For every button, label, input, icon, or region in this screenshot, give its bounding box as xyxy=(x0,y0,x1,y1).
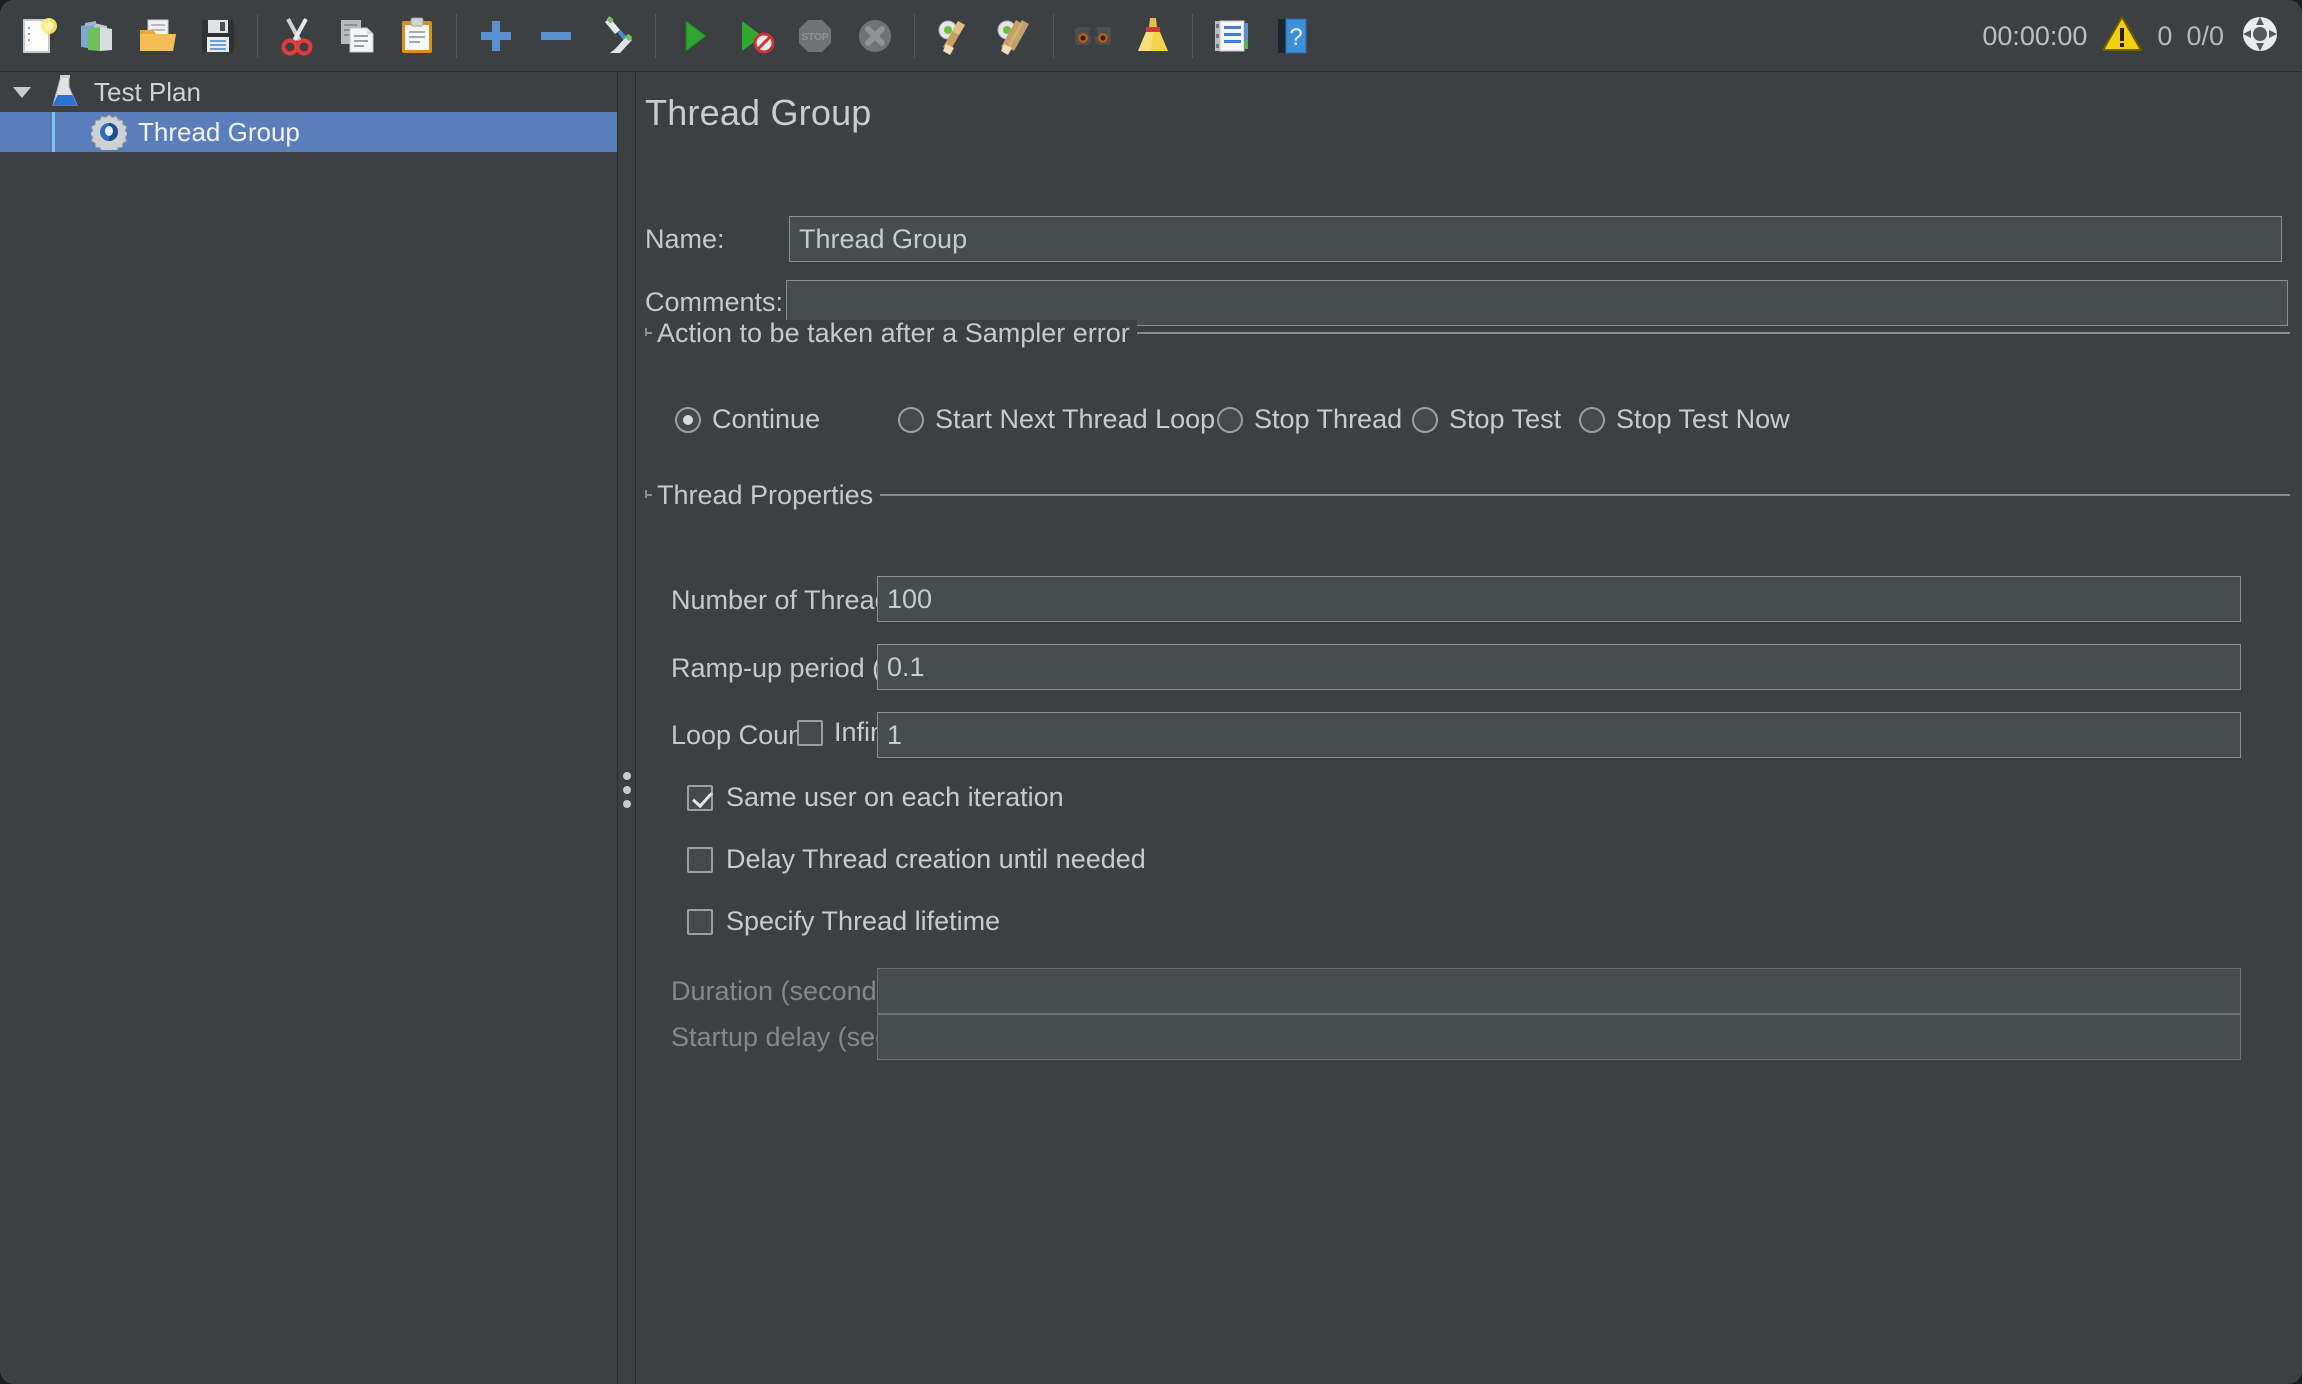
radio-mark-icon xyxy=(1412,406,1438,433)
clear-all-button[interactable] xyxy=(986,8,1042,64)
checkbox-mark-icon xyxy=(687,908,713,935)
name-label: Name: xyxy=(645,224,725,254)
radio-label: Continue xyxy=(712,404,821,434)
svg-text:STOP: STOP xyxy=(801,32,828,43)
splitter-grip[interactable] xyxy=(623,772,631,808)
radio-label: Start Next Thread Loop xyxy=(935,404,1216,434)
svg-text:?: ? xyxy=(1289,24,1302,51)
tree-item-label: Thread Group xyxy=(138,116,300,147)
radio-stop-thread[interactable]: Stop Thread xyxy=(1217,404,1402,435)
page-title: Thread Group xyxy=(645,92,872,133)
same-user-label: Same user on each iteration xyxy=(726,782,1064,812)
tree-item-test-plan[interactable]: Test Plan xyxy=(0,72,617,112)
duration-label: Duration (seconds): xyxy=(671,976,907,1006)
radio-label: Stop Thread xyxy=(1254,404,1403,434)
radio-mark-icon xyxy=(898,406,924,433)
shutdown-button[interactable] xyxy=(847,8,903,64)
group-border-line xyxy=(645,494,2290,496)
save-button[interactable] xyxy=(190,8,246,64)
toolbar-separator xyxy=(257,13,258,58)
elapsed-time: 00:00:00 xyxy=(1982,20,2088,51)
duration-input[interactable] xyxy=(877,968,2241,1014)
tree-item-label: Test Plan xyxy=(94,76,201,107)
radio-stop-test-now[interactable]: Stop Test Now xyxy=(1579,404,1790,435)
new-button[interactable] xyxy=(10,8,66,64)
threads-running: 0/0 xyxy=(2186,20,2224,51)
loop-count-input[interactable]: 1 xyxy=(877,712,2241,758)
function-helper-button[interactable] xyxy=(1204,8,1260,64)
toolbar-separator xyxy=(1192,13,1193,58)
templates-button[interactable] xyxy=(70,8,126,64)
toolbar-separator xyxy=(456,13,457,58)
thread-properties-legend: Thread Properties xyxy=(652,482,881,509)
radio-label: Stop Test Now xyxy=(1616,404,1790,434)
toolbar-separator xyxy=(914,13,915,58)
radio-label: Stop Test xyxy=(1449,404,1562,434)
delay-thread-label: Delay Thread creation until needed xyxy=(726,844,1146,874)
radio-mark-icon xyxy=(1579,406,1605,433)
startup-delay-input[interactable] xyxy=(877,1014,2241,1060)
toolbar-separator xyxy=(655,13,656,58)
clear-button[interactable] xyxy=(926,8,982,64)
search-button[interactable] xyxy=(1065,8,1121,64)
reset-search-button[interactable] xyxy=(1125,8,1181,64)
test-plan-flask-icon xyxy=(44,74,86,110)
test-plan-tree[interactable]: Test Plan Thread Group xyxy=(0,72,618,1384)
panel-splitter[interactable] xyxy=(618,72,636,1384)
comments-label: Comments: xyxy=(645,287,784,317)
name-input[interactable]: Thread Group xyxy=(789,216,2282,262)
checkbox-mark-icon xyxy=(687,784,713,811)
checkbox-mark-icon xyxy=(797,719,823,746)
toolbar-separator xyxy=(1053,13,1054,58)
specify-lifetime-label: Specify Thread lifetime xyxy=(726,906,1001,936)
copy-button[interactable] xyxy=(329,8,385,64)
thread-properties-group: Thread Properties xyxy=(645,482,2290,509)
collapse-all-button[interactable] xyxy=(528,8,584,64)
radio-start-next-thread-loop[interactable]: Start Next Thread Loop xyxy=(898,404,1215,435)
thread-group-panel: Thread Group Name: Thread Group Comments… xyxy=(637,72,2302,1384)
chevron-down-icon[interactable] xyxy=(0,72,44,112)
warning-count: 0 xyxy=(2157,20,2173,51)
warning-icon[interactable] xyxy=(2101,14,2143,59)
radio-mark-icon xyxy=(675,406,701,433)
help-button[interactable]: ? xyxy=(1264,8,1320,64)
open-button[interactable] xyxy=(130,8,186,64)
specify-thread-lifetime-checkbox[interactable]: Specify Thread lifetime xyxy=(687,906,1000,937)
status-area: 00:00:00 0 0/0 xyxy=(1982,0,2288,72)
number-of-threads-input[interactable]: 100 xyxy=(877,576,2241,622)
stop-button[interactable]: STOP xyxy=(787,8,843,64)
start-button[interactable] xyxy=(667,8,723,64)
delay-thread-creation-checkbox[interactable]: Delay Thread creation until needed xyxy=(687,844,1146,875)
radio-continue[interactable]: Continue xyxy=(675,404,820,435)
sampler-error-legend: Action to be taken after a Sampler error xyxy=(652,320,1137,347)
tree-item-thread-group[interactable]: Thread Group xyxy=(0,112,617,152)
start-no-pauses-button[interactable] xyxy=(727,8,783,64)
ramp-up-input[interactable]: 0.1 xyxy=(877,644,2241,690)
toggle-button[interactable] xyxy=(588,8,644,64)
same-user-checkbox[interactable]: Same user on each iteration xyxy=(687,782,1064,813)
paste-button[interactable] xyxy=(389,8,445,64)
thread-indicator-icon xyxy=(2238,12,2282,61)
expand-all-button[interactable] xyxy=(468,8,524,64)
cut-button[interactable] xyxy=(269,8,325,64)
thread-group-gear-icon xyxy=(88,114,130,150)
radio-mark-icon xyxy=(1217,406,1243,433)
main-toolbar: STOP ? 00:00:00 0 0/0 xyxy=(0,0,2302,72)
checkbox-mark-icon xyxy=(687,846,713,873)
radio-stop-test[interactable]: Stop Test xyxy=(1412,404,1561,435)
jmeter-window: STOP ? 00:00:00 0 0/0 Test Plan Thread G… xyxy=(0,0,2302,1384)
